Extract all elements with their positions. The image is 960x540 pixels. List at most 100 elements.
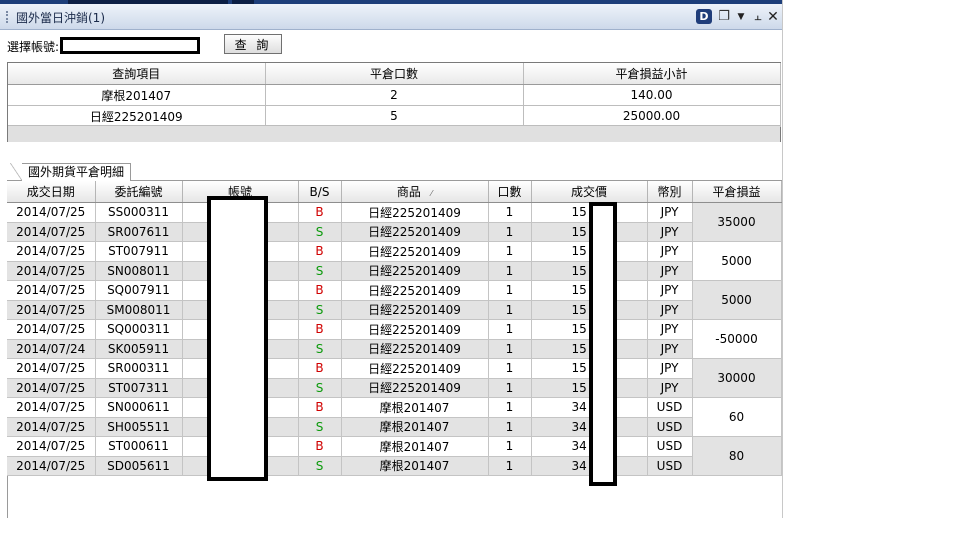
cell-bs: S bbox=[298, 378, 342, 398]
cell-date: 2014/07/25 bbox=[7, 417, 96, 437]
header-qty[interactable]: 口數 bbox=[488, 181, 532, 203]
cell-pnl: 5000 bbox=[692, 241, 782, 281]
cell-qty: 1 bbox=[488, 378, 532, 398]
cell-currency: JPY bbox=[647, 339, 693, 359]
cell-date: 2014/07/25 bbox=[7, 378, 96, 398]
cell-product: 摩根201407 bbox=[341, 456, 489, 476]
cell-product: 摩根201407 bbox=[341, 436, 489, 457]
window-title: 國外當日沖銷(1) bbox=[16, 11, 105, 25]
table-row[interactable]: 2014/07/25 SQ000311 B 日經225201409 1 15 J… bbox=[7, 319, 782, 359]
summary-cell-pnl: 25000.00 bbox=[523, 105, 781, 127]
account-label: 選擇帳號: bbox=[7, 40, 60, 54]
header-pnl[interactable]: 平倉損益 bbox=[692, 181, 782, 203]
query-button[interactable]: 查 詢 bbox=[224, 34, 282, 54]
cell-date: 2014/07/25 bbox=[7, 300, 96, 320]
cell-bs: B bbox=[298, 202, 342, 223]
cell-qty: 1 bbox=[488, 397, 532, 418]
tab-futures-close-detail[interactable]: 國外期貨平倉明細 bbox=[9, 163, 132, 181]
detail-table-panel: 成交日期 委託編號 帳號 B/S 商品 ⁄ 口數 成交價 幣別 平倉損益 2014… bbox=[7, 181, 782, 476]
cell-bs: S bbox=[298, 339, 342, 359]
cell-qty: 1 bbox=[488, 280, 532, 301]
table-row[interactable]: 2014/07/25 SR000311 B 日經225201409 1 15 J… bbox=[7, 358, 782, 398]
header-product-label: 商品 bbox=[396, 185, 421, 199]
cell-pnl: 80 bbox=[692, 436, 782, 476]
summary-table-panel: 查詢項目 平倉口數 平倉損益小計 摩根201407 2 140.00 日經225… bbox=[7, 62, 781, 142]
table-row[interactable]: 2014/07/25 SS000311 B 日經225201409 1 15 J… bbox=[7, 202, 782, 242]
pin-icon[interactable]: ⫠ bbox=[752, 9, 764, 24]
header-price[interactable]: 成交價 bbox=[531, 181, 648, 203]
d-app-icon[interactable]: D bbox=[696, 9, 712, 24]
table-row[interactable]: 2014/07/25 SD005611 S 摩根201407 1 34 USD bbox=[7, 456, 781, 476]
header-order-no[interactable]: 委託編號 bbox=[95, 181, 183, 203]
cell-currency: JPY bbox=[647, 261, 693, 281]
cell-currency: JPY bbox=[647, 300, 693, 320]
summary-cell-pnl: 140.00 bbox=[523, 84, 781, 106]
cell-currency: USD bbox=[647, 456, 693, 476]
cell-product: 日經225201409 bbox=[341, 222, 489, 242]
cell-order: SD005611 bbox=[95, 456, 183, 476]
cell-date: 2014/07/25 bbox=[7, 280, 96, 301]
dropdown-arrow-icon[interactable]: ▼ bbox=[736, 9, 746, 24]
cell-bs: S bbox=[298, 300, 342, 320]
summary-header-row: 查詢項目 平倉口數 平倉損益小計 bbox=[8, 63, 781, 85]
summary-cell-item: 日經225201409 bbox=[8, 105, 266, 127]
summary-empty-area bbox=[8, 125, 780, 142]
table-row[interactable]: 2014/07/25 SN008011 S 日經225201409 1 15 J… bbox=[7, 261, 781, 281]
cell-qty: 1 bbox=[488, 319, 532, 340]
cell-bs: B bbox=[298, 436, 342, 457]
table-row[interactable]: 2014/07/25 SR007611 S 日經225201409 1 15 J… bbox=[7, 222, 781, 242]
table-row[interactable]: 2014/07/25 SN000611 B 摩根201407 1 34 USD … bbox=[7, 397, 782, 437]
table-row[interactable]: 2014/07/25 ST007911 B 日經225201409 1 15 J… bbox=[7, 241, 782, 281]
cell-product: 日經225201409 bbox=[341, 280, 489, 301]
table-row[interactable]: 2014/07/25 SM008011 S 日經225201409 1 15 J… bbox=[7, 300, 781, 320]
cell-pnl: -50000 bbox=[692, 319, 782, 359]
summary-row[interactable]: 日經225201409 5 25000.00 bbox=[8, 105, 781, 127]
close-icon[interactable]: ✕ bbox=[767, 9, 779, 25]
cell-date: 2014/07/25 bbox=[7, 261, 96, 281]
cell-pnl: 5000 bbox=[692, 280, 782, 320]
cell-qty: 1 bbox=[488, 339, 532, 359]
redaction-box-price bbox=[589, 202, 617, 486]
cell-date: 2014/07/24 bbox=[7, 339, 96, 359]
cell-date: 2014/07/25 bbox=[7, 241, 96, 262]
header-currency[interactable]: 幣別 bbox=[647, 181, 693, 203]
title-bar: 國外當日沖銷(1) D ❐ ▼ ⫠ ✕ bbox=[0, 4, 782, 30]
account-input[interactable] bbox=[60, 37, 200, 54]
cell-qty: 1 bbox=[488, 261, 532, 281]
summary-row[interactable]: 摩根201407 2 140.00 bbox=[8, 84, 781, 106]
sort-asc-icon: ⁄ bbox=[430, 189, 433, 198]
cell-currency: JPY bbox=[647, 222, 693, 242]
cell-product: 日經225201409 bbox=[341, 300, 489, 320]
table-row[interactable]: 2014/07/25 SQ007911 B 日經225201409 1 15 J… bbox=[7, 280, 782, 320]
header-product[interactable]: 商品 ⁄ bbox=[341, 181, 489, 203]
table-row[interactable]: 2014/07/25 SH005511 S 摩根201407 1 34 USD bbox=[7, 417, 781, 437]
cell-bs: B bbox=[298, 358, 342, 379]
cell-qty: 1 bbox=[488, 417, 532, 437]
cell-pnl: 35000 bbox=[692, 202, 782, 242]
cell-product: 摩根201407 bbox=[341, 417, 489, 437]
cell-qty: 1 bbox=[488, 241, 532, 262]
table-row[interactable]: 2014/07/25 ST007311 S 日經225201409 1 15 J… bbox=[7, 378, 781, 398]
header-bs[interactable]: B/S bbox=[298, 181, 342, 203]
detail-header-row: 成交日期 委託編號 帳號 B/S 商品 ⁄ 口數 成交價 幣別 平倉損益 bbox=[7, 181, 782, 203]
cell-product: 日經225201409 bbox=[341, 339, 489, 359]
summary-header-qty[interactable]: 平倉口數 bbox=[265, 63, 524, 85]
cell-date: 2014/07/25 bbox=[7, 397, 96, 418]
cell-date: 2014/07/25 bbox=[7, 202, 96, 223]
summary-header-pnl[interactable]: 平倉損益小計 bbox=[523, 63, 781, 85]
cell-product: 日經225201409 bbox=[341, 319, 489, 340]
window-list-icon[interactable]: ❐ bbox=[716, 9, 732, 24]
summary-cell-qty: 5 bbox=[265, 105, 524, 127]
summary-header-item[interactable]: 查詢項目 bbox=[8, 63, 266, 85]
drag-grip-icon[interactable] bbox=[6, 11, 10, 23]
cell-currency: JPY bbox=[647, 280, 693, 301]
table-row[interactable]: 2014/07/24 SK005911 S 日經225201409 1 15 J… bbox=[7, 339, 781, 359]
panel-left-border bbox=[7, 476, 8, 518]
header-trade-date[interactable]: 成交日期 bbox=[7, 181, 96, 203]
cell-order: ST007311 bbox=[95, 378, 183, 398]
cell-qty: 1 bbox=[488, 300, 532, 320]
detail-tab-bar: 國外期貨平倉明細 bbox=[7, 160, 782, 181]
table-row[interactable]: 2014/07/25 ST000611 B 摩根201407 1 34 USD … bbox=[7, 436, 782, 476]
cell-bs: S bbox=[298, 417, 342, 437]
cell-currency: JPY bbox=[647, 358, 693, 379]
